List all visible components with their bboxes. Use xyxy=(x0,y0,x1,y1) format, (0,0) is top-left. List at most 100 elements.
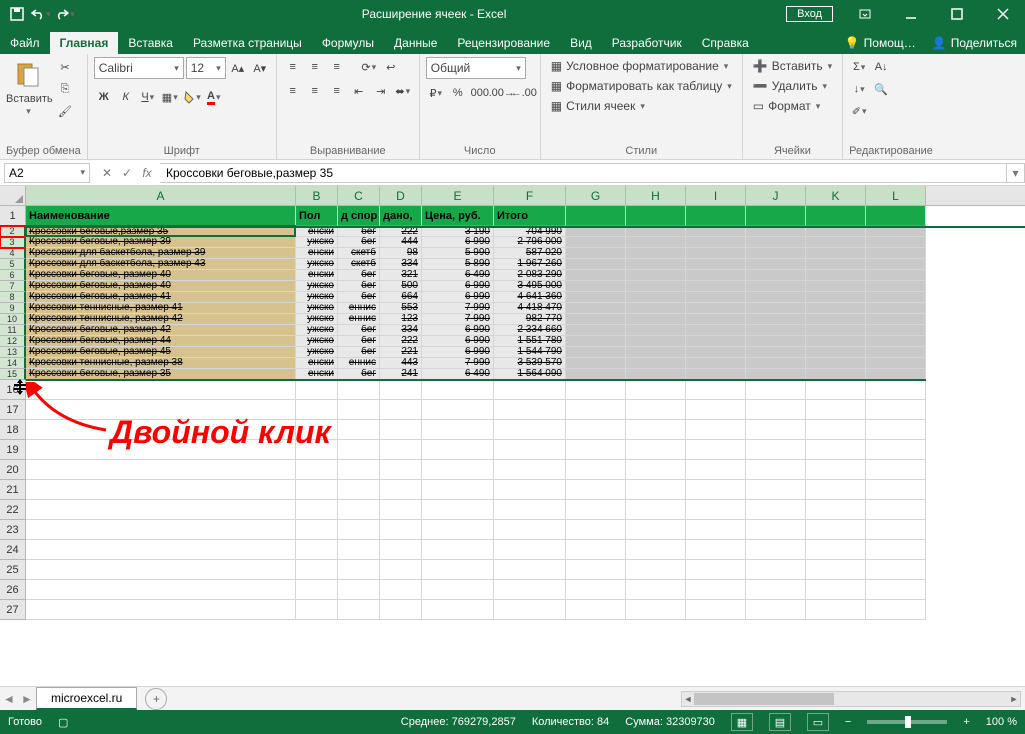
cell[interactable] xyxy=(296,560,338,580)
paste-button[interactable]: Вставить▾ xyxy=(6,57,50,117)
cell[interactable] xyxy=(422,540,494,560)
insert-cells-button[interactable]: ➕Вставить▾ xyxy=(749,57,836,75)
cell[interactable]: ужско xyxy=(296,336,338,347)
cell[interactable] xyxy=(806,500,866,520)
cells-area[interactable]: НаименованиеПолд спордано,Цена, руб.Итог… xyxy=(26,206,1025,620)
cell[interactable] xyxy=(626,440,686,460)
cell[interactable]: бег xyxy=(338,292,380,303)
cell[interactable] xyxy=(626,480,686,500)
column-header[interactable]: G xyxy=(566,186,626,205)
cell[interactable] xyxy=(746,228,806,237)
percent-icon[interactable]: % xyxy=(448,83,468,103)
font-color-icon[interactable]: A▾ xyxy=(204,87,224,107)
cell[interactable] xyxy=(806,248,866,259)
cell[interactable] xyxy=(494,400,566,420)
cell[interactable]: скетб xyxy=(338,259,380,270)
enter-formula-icon[interactable]: ✓ xyxy=(118,166,136,180)
cell[interactable] xyxy=(686,281,746,292)
cell[interactable] xyxy=(566,270,626,281)
cell[interactable] xyxy=(296,480,338,500)
cell[interactable] xyxy=(806,358,866,369)
cell[interactable]: еннис xyxy=(338,314,380,325)
cell[interactable] xyxy=(566,314,626,325)
tab-home[interactable]: Главная xyxy=(50,32,119,54)
cell[interactable] xyxy=(866,292,926,303)
cell[interactable] xyxy=(626,380,686,400)
column-header[interactable]: F xyxy=(494,186,566,205)
cell[interactable] xyxy=(686,358,746,369)
cell[interactable] xyxy=(686,314,746,325)
cell[interactable] xyxy=(566,259,626,270)
cell[interactable] xyxy=(626,259,686,270)
cell[interactable] xyxy=(626,314,686,325)
save-icon[interactable] xyxy=(6,3,28,25)
cell[interactable] xyxy=(806,206,866,226)
autosum-icon[interactable]: Σ▾ xyxy=(849,57,869,77)
cell[interactable]: 2 334 660 xyxy=(494,325,566,336)
cell[interactable] xyxy=(566,500,626,520)
cell[interactable] xyxy=(422,500,494,520)
cell[interactable] xyxy=(422,560,494,580)
cell[interactable] xyxy=(866,600,926,620)
cell[interactable] xyxy=(626,580,686,600)
cell[interactable] xyxy=(686,292,746,303)
share-button[interactable]: 👤Поделиться xyxy=(924,32,1025,54)
cell[interactable] xyxy=(626,560,686,580)
tab-view[interactable]: Вид xyxy=(560,32,602,54)
cell[interactable]: ужско xyxy=(296,292,338,303)
maximize-icon[interactable] xyxy=(935,0,979,28)
cell[interactable] xyxy=(380,460,422,480)
tab-review[interactable]: Рецензирование xyxy=(447,32,560,54)
cell[interactable] xyxy=(380,540,422,560)
cell[interactable]: бег xyxy=(338,347,380,358)
cell[interactable] xyxy=(566,420,626,440)
cell[interactable] xyxy=(26,560,296,580)
cell[interactable] xyxy=(746,325,806,336)
row-header[interactable]: 14 xyxy=(0,358,26,369)
cell[interactable] xyxy=(380,520,422,540)
cell[interactable] xyxy=(566,358,626,369)
cell[interactable] xyxy=(494,500,566,520)
cell[interactable] xyxy=(626,237,686,248)
column-header[interactable]: E xyxy=(422,186,494,205)
delete-cells-button[interactable]: ➖Удалить▾ xyxy=(749,77,831,95)
cell[interactable] xyxy=(806,237,866,248)
cell[interactable] xyxy=(866,325,926,336)
cell[interactable] xyxy=(296,460,338,480)
cell[interactable]: 1 551 780 xyxy=(494,336,566,347)
cell[interactable]: Кроссовки теннисные, размер 38 xyxy=(26,358,296,369)
zoom-level[interactable]: 100 % xyxy=(986,716,1017,728)
row-header[interactable]: 26 xyxy=(0,580,26,600)
tell-me[interactable]: 💡Помощ… xyxy=(837,32,924,54)
row-header[interactable]: 11 xyxy=(0,325,26,336)
select-all-button[interactable] xyxy=(0,186,26,205)
row-header[interactable]: 9 xyxy=(0,303,26,314)
cell[interactable] xyxy=(422,440,494,460)
undo-icon[interactable]: ▾ xyxy=(30,3,52,25)
cell[interactable] xyxy=(686,460,746,480)
row-header[interactable]: 19 xyxy=(0,440,26,460)
row-header[interactable]: 1 xyxy=(0,206,26,226)
merge-icon[interactable]: ⬌▾ xyxy=(393,81,413,101)
cell[interactable] xyxy=(566,580,626,600)
cell[interactable] xyxy=(422,580,494,600)
cell[interactable] xyxy=(380,580,422,600)
cell[interactable]: бег xyxy=(338,270,380,281)
cell[interactable]: 1 544 790 xyxy=(494,347,566,358)
cell[interactable]: ужско xyxy=(296,325,338,336)
tab-file[interactable]: Файл xyxy=(0,32,50,54)
cell[interactable]: бег xyxy=(338,325,380,336)
cell[interactable] xyxy=(494,460,566,480)
cell[interactable] xyxy=(746,440,806,460)
cell[interactable] xyxy=(566,560,626,580)
align-left-icon[interactable]: ≡ xyxy=(283,81,303,101)
cell[interactable] xyxy=(566,520,626,540)
cell[interactable] xyxy=(746,500,806,520)
orientation-icon[interactable]: ⟳▾ xyxy=(359,57,379,77)
row-header[interactable]: 22 xyxy=(0,500,26,520)
cell[interactable] xyxy=(746,270,806,281)
column-header[interactable]: H xyxy=(626,186,686,205)
cell[interactable]: скетб xyxy=(338,248,380,259)
cell[interactable] xyxy=(806,480,866,500)
cell[interactable] xyxy=(746,460,806,480)
